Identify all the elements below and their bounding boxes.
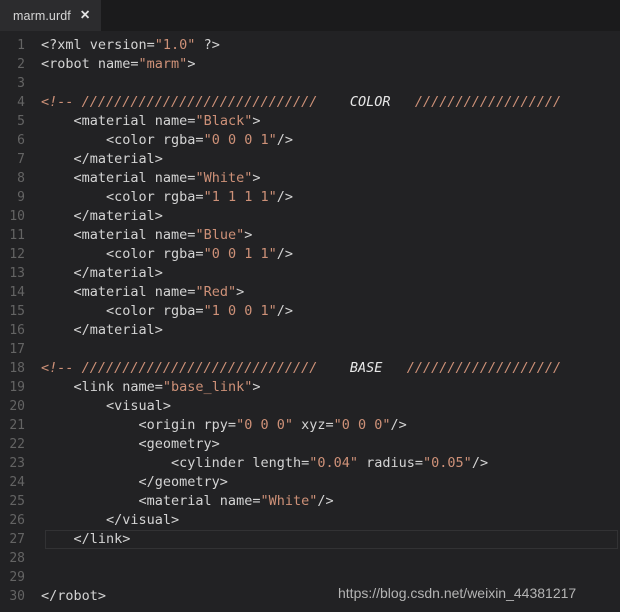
code-line[interactable]: 1 <?xml version="1.0" ?> xyxy=(0,36,620,55)
code-text: <material name="Black"> xyxy=(41,113,261,129)
line-number: 10 xyxy=(9,209,25,224)
code-line[interactable]: 21 <origin rpy="0 0 0" xyz="0 0 0"/> xyxy=(0,416,620,435)
code-text: <color rgba="1 0 0 1"/> xyxy=(41,303,293,319)
line-number: 27 xyxy=(9,532,25,547)
code-editor[interactable]: 1 <?xml version="1.0" ?> 2 <robot name="mar… xyxy=(0,31,620,612)
line-number: 25 xyxy=(9,494,25,509)
code-text: <material name="Red"> xyxy=(41,284,245,300)
line-number: 28 xyxy=(9,551,25,566)
line-number: 11 xyxy=(9,228,25,243)
code-line[interactable]: 10 </material> xyxy=(0,207,620,226)
line-number: 16 xyxy=(9,323,25,338)
code-line[interactable]: 13 </material> xyxy=(0,264,620,283)
code-line[interactable]: 3 xyxy=(0,74,620,93)
code-line[interactable]: 12 <color rgba="0 0 1 1"/> xyxy=(0,245,620,264)
code-text: </geometry> xyxy=(41,474,228,490)
code-text: </material> xyxy=(41,151,163,167)
code-line[interactable]: 23 <cylinder length="0.04" radius="0.05"… xyxy=(0,454,620,473)
code-line[interactable]: 4 <!-- ///////////////////////////// COLO… xyxy=(0,93,620,112)
line-number: 12 xyxy=(9,247,25,262)
line-number: 3 xyxy=(17,76,25,91)
code-text: <color rgba="0 0 0 1"/> xyxy=(41,132,293,148)
line-number: 21 xyxy=(9,418,25,433)
code-line[interactable]: 8 <material name="White"> xyxy=(0,169,620,188)
code-text: <color rgba="0 0 1 1"/> xyxy=(41,246,293,262)
line-number: 18 xyxy=(9,361,25,376)
code-text: <material name="White"/> xyxy=(41,493,334,509)
code-text: <origin rpy="0 0 0" xyz="0 0 0"/> xyxy=(41,417,407,433)
code-line[interactable]: 22 <geometry> xyxy=(0,435,620,454)
code-line[interactable]: 17 xyxy=(0,340,620,359)
line-number: 20 xyxy=(9,399,25,414)
line-number: 22 xyxy=(9,437,25,452)
code-line[interactable]: 24 </geometry> xyxy=(0,473,620,492)
line-number: 29 xyxy=(9,570,25,585)
code-text: </material> xyxy=(41,322,163,338)
code-line[interactable]: 6 <color rgba="0 0 0 1"/> xyxy=(0,131,620,150)
line-number: 19 xyxy=(9,380,25,395)
code-line[interactable]: 15 <color rgba="1 0 0 1"/> xyxy=(0,302,620,321)
line-number: 6 xyxy=(17,133,25,148)
tab-marm-urdf[interactable]: marm.urdf ✕ xyxy=(0,0,102,31)
watermark-url: https://blog.csdn.net/weixin_44381217 xyxy=(338,585,577,601)
code-line[interactable]: 19 <link name="base_link"> xyxy=(0,378,620,397)
code-text: </material> xyxy=(41,265,163,281)
code-text: </material> xyxy=(41,208,163,224)
close-icon[interactable]: ✕ xyxy=(80,9,90,22)
line-number: 2 xyxy=(17,57,25,72)
tab-label: marm.urdf xyxy=(13,8,71,23)
line-number: 23 xyxy=(9,456,25,471)
code-line[interactable]: 18 <!-- ///////////////////////////// BAS… xyxy=(0,359,620,378)
line-number: 5 xyxy=(17,114,25,129)
line-number: 8 xyxy=(17,171,25,186)
code-text: <material name="Blue"> xyxy=(41,227,253,243)
editor-tab-bar: marm.urdf ✕ xyxy=(0,0,620,31)
code-line[interactable]: 28 xyxy=(0,549,620,568)
code-text: <geometry> xyxy=(41,436,220,452)
code-text: </visual> xyxy=(41,512,180,528)
line-number: 24 xyxy=(9,475,25,490)
line-number: 26 xyxy=(9,513,25,528)
code-text: <robot name="marm"> xyxy=(41,56,196,72)
code-text: <cylinder length="0.04" radius="0.05"/> xyxy=(41,455,489,471)
line-number: 4 xyxy=(17,95,25,110)
code-line[interactable]: 9 <color rgba="1 1 1 1"/> xyxy=(0,188,620,207)
line-number: 1 xyxy=(17,38,25,53)
line-number: 30 xyxy=(9,589,25,604)
code-text: <link name="base_link"> xyxy=(41,379,261,395)
tab-bar-empty-space xyxy=(101,0,620,31)
code-text: </link> xyxy=(41,531,131,547)
code-line[interactable]: 14 <material name="Red"> xyxy=(0,283,620,302)
code-text: <?xml version="1.0" ?> xyxy=(41,37,220,53)
line-number: 17 xyxy=(9,342,25,357)
line-number: 15 xyxy=(9,304,25,319)
line-number: 13 xyxy=(9,266,25,281)
line-number: 14 xyxy=(9,285,25,300)
code-text: <color rgba="1 1 1 1"/> xyxy=(41,189,293,205)
code-line[interactable]: 5 <material name="Black"> xyxy=(0,112,620,131)
code-text: <!-- ///////////////////////////// BASE … xyxy=(41,360,562,376)
editor-window: marm.urdf ✕ 1 <?xml version="1.0" ?> 2 <rob… xyxy=(0,0,620,612)
code-line[interactable]: 7 </material> xyxy=(0,150,620,169)
code-line[interactable]: 11 <material name="Blue"> xyxy=(0,226,620,245)
line-number: 9 xyxy=(17,190,25,205)
code-lines-container: 1 <?xml version="1.0" ?> 2 <robot name="mar… xyxy=(0,31,620,606)
code-text: <visual> xyxy=(41,398,172,414)
code-line[interactable]: 16 </material> xyxy=(0,321,620,340)
line-number: 7 xyxy=(17,152,25,167)
code-text: <!-- ///////////////////////////// COLOR… xyxy=(41,94,562,110)
code-line[interactable]: 2 <robot name="marm"> xyxy=(0,55,620,74)
code-line[interactable]: 20 <visual> xyxy=(0,397,620,416)
code-text: <material name="White"> xyxy=(41,170,261,186)
code-line[interactable]: 27 </link> xyxy=(0,530,620,549)
code-line[interactable]: 26 </visual> xyxy=(0,511,620,530)
code-line[interactable]: 25 <material name="White"/> xyxy=(0,492,620,511)
